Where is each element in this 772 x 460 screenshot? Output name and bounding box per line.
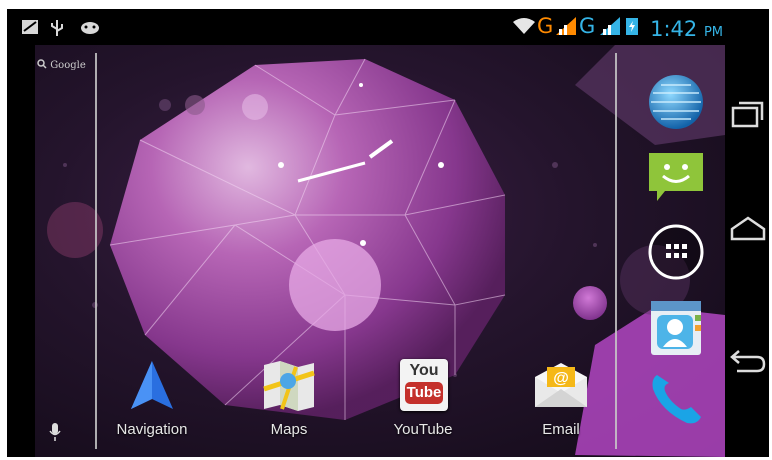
messaging-icon[interactable] (647, 149, 705, 207)
phone-icon[interactable] (647, 369, 705, 427)
app-label: YouTube (393, 421, 453, 438)
navigation-bar (725, 45, 769, 457)
phone-screen: G G 1:42 PM Google Navigation Maps You T… (7, 9, 769, 457)
contacts-icon[interactable] (647, 299, 705, 357)
youtube-icon: You Tube (400, 359, 448, 411)
google-search-bar[interactable]: Google (37, 59, 86, 71)
search-icon (37, 59, 47, 69)
app-label: Email (542, 421, 580, 438)
home-button[interactable] (729, 215, 767, 243)
back-button[interactable] (729, 347, 767, 375)
app-label: Navigation (116, 421, 188, 438)
signal-icon (556, 17, 576, 35)
all-apps-icon[interactable] (647, 223, 705, 281)
network-type-1: G (537, 14, 554, 38)
google-label: Google (50, 60, 86, 71)
browser-globe-icon[interactable] (647, 73, 705, 131)
navigation-icon (131, 361, 173, 409)
network-type-2: G (579, 14, 596, 38)
android-debug-icon (81, 22, 99, 34)
status-bar: G G 1:42 PM (7, 9, 727, 45)
signal-icon (600, 17, 620, 35)
email-icon: @ (535, 363, 587, 407)
wifi-icon (513, 18, 535, 34)
search-divider (95, 53, 97, 449)
usb-icon (51, 20, 63, 36)
notification-icon (22, 20, 38, 34)
voice-search-icon[interactable] (49, 422, 61, 442)
dock-divider (615, 53, 617, 449)
recent-apps-button[interactable] (731, 99, 765, 129)
battery-icon (626, 18, 638, 35)
app-label: Maps (270, 421, 308, 438)
status-clock: 1:42 PM (650, 17, 723, 41)
svg-text:@: @ (553, 370, 569, 387)
maps-icon (263, 361, 315, 411)
